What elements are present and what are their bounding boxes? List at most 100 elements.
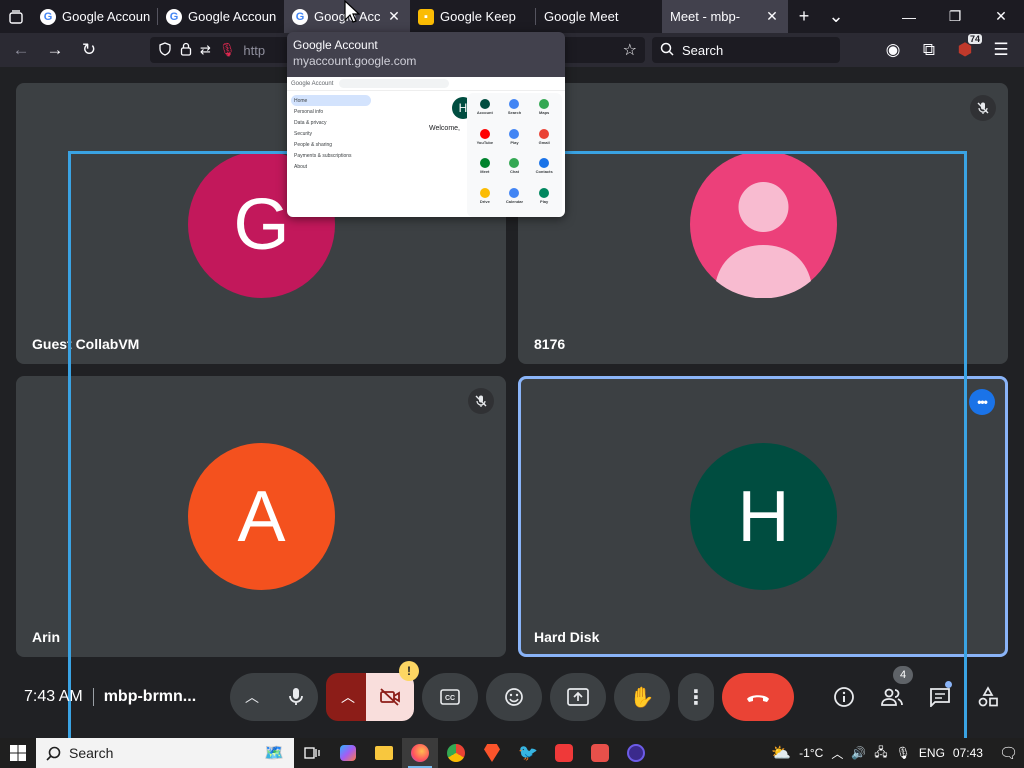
task-view-icon[interactable] [294,738,330,768]
audio-control-group: ︿ [230,673,318,721]
thumb-app: Contacts [530,156,558,184]
activities-button[interactable] [968,677,1008,717]
bookmark-star-icon[interactable]: ☆ [623,40,637,60]
meeting-time: 7:43 AM [24,688,83,705]
back-arrow-icon[interactable]: ← [6,36,36,64]
people-count-badge: 4 [893,666,913,684]
search-icon [46,746,61,761]
leave-call-button[interactable] [722,673,794,721]
browser-tab[interactable]: ▪ Google Keep [410,0,536,33]
extensions-icon[interactable]: ⧉ [914,36,944,64]
thumb-app: Search [501,97,529,125]
raise-hand-button[interactable]: ✋ [614,673,670,721]
preview-title: Google Account [293,38,378,52]
taskbar-search[interactable]: Search 🗺️ [36,738,294,768]
floorp-icon[interactable] [618,738,654,768]
red-app-icon[interactable] [582,738,618,768]
thumb-app: YouTube [471,127,499,155]
microphone-icon [289,688,303,705]
browser-tab[interactable]: G Google Account [32,0,158,33]
show-hidden-icons-icon[interactable]: ︿ [831,745,843,762]
window-close-icon[interactable]: ✕ [978,0,1024,33]
participant-tile-active[interactable]: H ••• Hard Disk [518,376,1008,657]
thumb-side-item: Home [291,95,371,106]
more-options-button[interactable]: ⋮ [678,673,714,721]
chat-button[interactable] [920,677,960,717]
thumb-sidebar: Home Personal info Data & privacy Securi… [291,95,371,172]
windows-start-icon[interactable] [0,745,36,761]
reactions-button[interactable] [486,673,542,721]
thumb-side-item: Security [294,130,313,137]
forward-arrow-icon[interactable]: → [40,36,70,64]
windows-taskbar: Search 🗺️ 🐦 ⛅ -1°C ︿ 🔊 🖧 🎙 ENG 07:43 🗨 [0,738,1024,768]
copilot-icon[interactable] [330,738,366,768]
restore-icon[interactable]: ❐ [932,0,978,33]
reload-icon[interactable]: ↻ [74,36,104,64]
chevron-up-icon[interactable]: ︿ [230,687,274,707]
minimize-icon[interactable]: — [886,0,932,33]
search-icon [660,42,674,59]
browser-tab[interactable]: Google Meet [536,0,662,33]
chevron-down-icon[interactable]: ⌄ [820,0,852,33]
weather-cloud-icon[interactable]: ⛅ [771,743,791,763]
browser-tab-meet[interactable]: Meet - mbp- ✕ [662,0,788,33]
chrome-icon[interactable] [438,738,474,768]
close-tab-icon[interactable]: ✕ [386,8,402,25]
input-language[interactable]: ENG [919,746,945,760]
microphone-button[interactable] [274,687,318,707]
tab-list-icon[interactable] [0,0,32,33]
thumb-app: Account [471,97,499,125]
thumb-welcome: Welcome, [429,125,460,132]
emoji-icon [505,688,523,706]
window-controls: — ❐ ✕ [886,0,1024,33]
extension-badge: 74 [967,34,982,44]
taskbar-clock[interactable]: 07:43 [953,746,983,760]
participant-avatar: A [188,443,335,590]
thumb-side-item: Personal info [294,108,324,115]
new-tab-icon[interactable]: + [788,0,820,33]
camera-warning-badge: ! [399,661,419,681]
weather-temperature[interactable]: -1°C [799,746,823,760]
close-tab-icon[interactable]: ✕ [764,8,780,25]
thumb-app: Gmail [530,127,558,155]
participant-tile[interactable]: 8176 [518,83,1008,364]
firefox-icon[interactable] [402,738,438,768]
microphone-tray-icon[interactable]: 🎙 [896,746,911,760]
preview-url: myaccount.google.com [293,54,417,68]
thumb-app: Play [501,127,529,155]
participant-tile[interactable]: A Arin [16,376,506,657]
permissions-icon[interactable]: ⇄ [200,42,211,58]
network-icon[interactable]: 🖧 [874,743,887,764]
meeting-info: 7:43 AM mbp-brmn... [24,688,196,706]
tab-title: Google Meet [544,9,619,24]
thumb-app: Chat [501,156,529,184]
browser-tab[interactable]: G Google Account [158,0,284,33]
taskbar-search-label: Search [69,745,114,761]
meeting-details-button[interactable] [824,677,864,717]
url-text: http [243,42,266,58]
ublock-icon[interactable]: ⬢ 74 [950,34,982,64]
bird-app-icon[interactable]: 🐦 [510,738,546,768]
video-options-button[interactable]: ︿ [326,673,370,721]
captions-button[interactable]: CC [422,673,478,721]
file-explorer-icon[interactable] [366,738,402,768]
thumb-app: Calendar [501,186,529,214]
thumb-app: Meet [471,156,499,184]
system-tray: ⛅ -1°C ︿ 🔊 🖧 🎙 ENG 07:43 🗨 [771,743,1024,764]
thumb-brand: Google Account [291,80,334,87]
search-field[interactable]: Search [652,37,840,63]
vivaldi-icon[interactable] [546,738,582,768]
hamburger-menu-icon[interactable]: ☰ [986,36,1016,64]
notification-icon[interactable]: 🗨 [999,744,1018,762]
more-options-icon[interactable]: ••• [969,389,995,415]
brave-icon[interactable] [474,738,510,768]
thumb-side-item: People & sharing [294,141,333,148]
account-icon[interactable]: ◉ [878,36,908,64]
present-screen-button[interactable] [550,673,606,721]
participant-name: Guest CollabVM [32,336,140,352]
microphone-in-use-icon[interactable]: 🎙 [219,42,236,58]
google-g-icon: G [40,8,56,25]
muted-mic-icon [468,388,494,414]
volume-icon[interactable]: 🔊 [851,746,866,760]
thumb-side-item: Payments & subscriptions [294,152,352,159]
